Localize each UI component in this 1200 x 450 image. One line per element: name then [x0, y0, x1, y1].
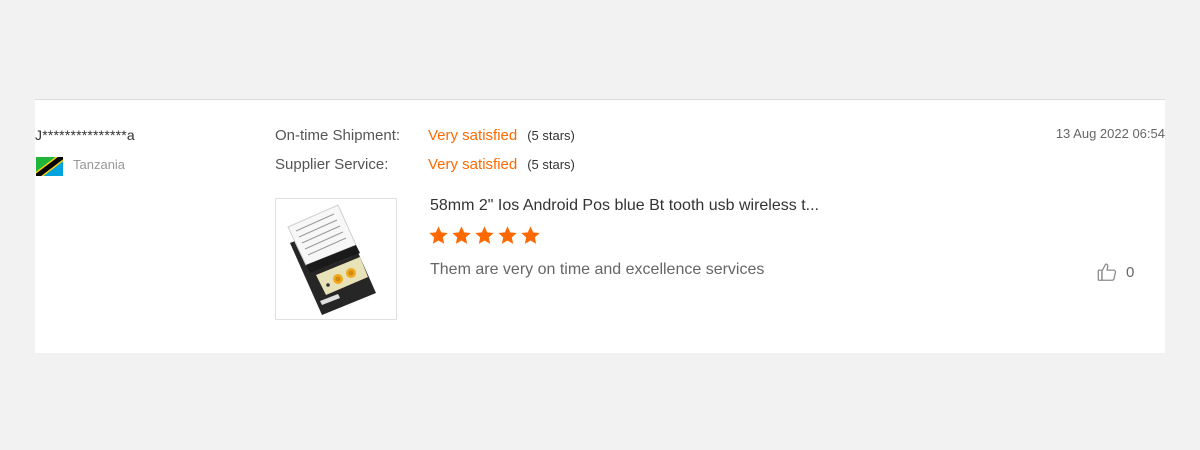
- reviewer-country: Tanzania: [73, 157, 126, 172]
- thumbs-up-icon: [1097, 263, 1117, 281]
- review-text: Them are very on time and excellence ser…: [430, 261, 765, 278]
- like-count: 0: [1126, 263, 1135, 281]
- star-icon: [475, 226, 494, 244]
- rating-stars-text: (5 stars): [527, 156, 575, 172]
- rating-value: Very satisfied: [428, 126, 518, 144]
- rating-row-shipment: On-time Shipment: Very satisfied (5 star…: [275, 125, 575, 145]
- review-date: 13 Aug 2022 06:54: [1055, 126, 1165, 141]
- rating-stars-text: (5 stars): [527, 127, 575, 143]
- receipt-printer-image: [287, 204, 376, 315]
- product-title-link[interactable]: 58mm 2" Ios Android Pos blue Bt tooth us…: [430, 197, 819, 215]
- rating-row-service: Supplier Service: Very satisfied (5 star…: [275, 154, 575, 174]
- product-star-rating: [428, 225, 541, 246]
- product-thumbnail[interactable]: [275, 198, 397, 320]
- rating-label: Supplier Service:: [275, 155, 389, 173]
- star-icon: [521, 226, 540, 244]
- rating-value: Very satisfied: [428, 155, 518, 173]
- review-card: J***************a Tanzania On-time Shipm…: [35, 99, 1165, 353]
- like-button[interactable]: 0: [1096, 261, 1134, 283]
- reviewer-name: J***************a: [35, 127, 135, 143]
- star-icon: [452, 226, 471, 244]
- star-icon: [429, 226, 448, 244]
- tanzania-flag-icon: [36, 157, 63, 176]
- rating-label: On-time Shipment:: [275, 126, 401, 144]
- star-icon: [498, 226, 517, 244]
